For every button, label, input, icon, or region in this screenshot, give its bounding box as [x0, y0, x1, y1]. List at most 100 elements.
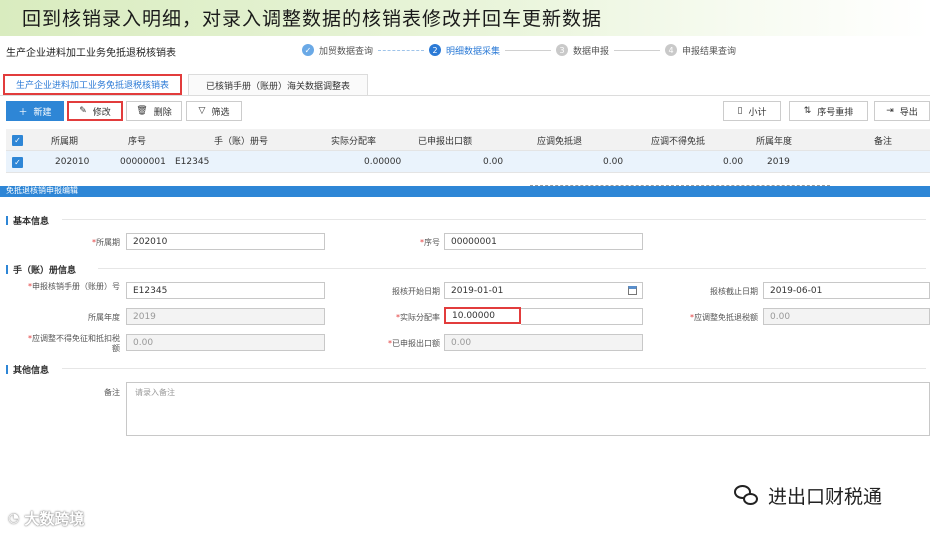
step-1[interactable]: ✓ 加贸数据查询 [302, 44, 373, 57]
bookmark-icon: ▯ [737, 106, 743, 116]
edit-button[interactable]: ✎ 修改 [67, 101, 123, 121]
table-cell: 00000001 [120, 157, 166, 167]
trash-icon: 🗑 [136, 106, 148, 116]
filter-button[interactable]: ▽ 筛选 [186, 101, 242, 121]
table-cell: 202010 [55, 157, 90, 167]
data-grid: ✓ 所属期 序号 手（账）册号 实际分配率 已申报出口额 应调免抵退 应调不得免… [6, 129, 930, 173]
column-header[interactable]: 应调免抵退 [537, 129, 582, 151]
column-header[interactable]: 应调不得免抵 [651, 129, 705, 151]
field-label: 报核截止日期 [710, 287, 758, 296]
column-header[interactable]: 备注 [874, 129, 892, 151]
manual-no-input[interactable]: E12345 [126, 282, 325, 299]
seq-input[interactable]: 00000001 [444, 233, 643, 250]
watermark-left: ◔ 大数跨境 [8, 508, 84, 529]
column-header[interactable]: 已申报出口额 [418, 129, 472, 151]
table-cell: E12345 [175, 157, 210, 167]
table-row[interactable]: ✓ 202010 00000001 E12345 0.00000 0.00 0.… [6, 151, 930, 173]
column-header[interactable]: 序号 [128, 129, 146, 151]
new-button[interactable]: ＋ 新建 [6, 101, 64, 121]
table-cell: 0.00 [723, 157, 744, 167]
end-date-input[interactable]: 2019-06-01 [763, 282, 930, 299]
export-icon: ⇥ [886, 106, 894, 116]
section-divider [62, 219, 926, 220]
field-label: 所属年度 [88, 313, 120, 322]
grid-header: ✓ 所属期 序号 手（账）册号 实际分配率 已申报出口额 应调免抵退 应调不得免… [6, 129, 930, 151]
section-title: 其他信息 [13, 366, 50, 376]
reorder-button-label: 序号重排 [817, 107, 854, 118]
edit-icon: ✎ [79, 106, 87, 116]
section-marker [6, 265, 8, 274]
select-all-checkbox[interactable]: ✓ [12, 129, 23, 151]
watermark-right-text: 进出口财税通 [768, 486, 883, 508]
sort-icon: ⇅ [803, 106, 812, 116]
section-basic: 基本信息 [6, 214, 926, 227]
rate-input[interactable]: 10.00000 [444, 307, 521, 324]
section-marker [6, 216, 8, 225]
calendar-icon[interactable] [628, 286, 637, 295]
banner-title: 回到核销录入明细，对录入调整数据的核销表修改并回车更新数据 [22, 8, 603, 30]
table-cell: 2019 [767, 157, 790, 167]
column-header[interactable]: 实际分配率 [331, 129, 376, 151]
delete-button[interactable]: 🗑 删除 [126, 101, 182, 121]
export-button-label: 导出 [899, 107, 918, 118]
section-manual: 手（账）册信息 [6, 263, 926, 276]
step-connector [614, 49, 661, 51]
toolbar: ＋ 新建 ✎ 修改 🗑 删除 ▽ 筛选 ▯ 小计 ⇅ 序号重排 ⇥ 导出 [0, 100, 930, 124]
table-cell: 0.00000 [364, 157, 402, 167]
section-marker [6, 365, 8, 374]
edit-button-label: 修改 [92, 107, 111, 118]
column-header[interactable]: 手（账）册号 [214, 129, 268, 151]
period-input[interactable]: 202010 [126, 233, 325, 250]
column-header[interactable]: 所属期 [51, 129, 78, 151]
year-input: 2019 [126, 308, 325, 325]
progress-steps: ✓ 加贸数据查询 2 明细数据采集 3 数据申报 4 申报结果查询 [302, 43, 736, 57]
check-icon: ✓ [12, 156, 23, 168]
step-label: 明细数据采集 [446, 46, 501, 57]
step-connector [505, 49, 552, 51]
field-label: *实际分配率 [396, 313, 440, 322]
step-connector [378, 49, 425, 51]
table-cell: 0.00 [603, 157, 624, 167]
check-icon: ✓ [302, 44, 314, 56]
plus-icon: ＋ [18, 107, 28, 118]
field-label: 备注 [104, 388, 120, 397]
start-date-input[interactable]: 2019-01-01 [444, 282, 643, 299]
field-label: *序号 [420, 238, 440, 247]
tab-customs-adjust[interactable]: 已核销手册（账册）海关数据调整表 [188, 74, 368, 95]
step-4[interactable]: 4 申报结果查询 [665, 44, 736, 57]
remark-textarea[interactable]: 请录入备注 [126, 382, 930, 436]
subtotal-button-label: 小计 [748, 107, 767, 118]
tab-bar: 生产企业进料加工业务免抵退税核销表 已核销手册（账册）海关数据调整表 [0, 73, 930, 96]
step-number: 3 [556, 44, 569, 56]
column-header[interactable]: 所属年度 [756, 129, 792, 151]
step-3[interactable]: 3 数据申报 [556, 44, 609, 57]
step-2[interactable]: 2 明细数据采集 [429, 44, 500, 57]
watermark-left-text: 大数跨境 [24, 510, 85, 528]
watermark-right: 进出口财税通 [734, 482, 882, 509]
export-button[interactable]: ⇥ 导出 [874, 101, 930, 121]
section-divider [98, 268, 926, 269]
row-checkbox[interactable]: ✓ [12, 151, 23, 173]
field-label: *应调整不得免征和抵扣税额 [28, 334, 120, 353]
delete-button-label: 删除 [153, 107, 172, 118]
check-icon: ✓ [12, 134, 23, 146]
section-title: 基本信息 [13, 217, 50, 227]
page-title: 生产企业进料加工业务免抵退税核销表 [6, 48, 176, 59]
adj-nondeduct-input: 0.00 [126, 334, 325, 351]
field-label: *应调整免抵退税额 [690, 313, 758, 322]
wechat-icon [734, 484, 760, 507]
subtotal-button[interactable]: ▯ 小计 [723, 101, 781, 121]
field-label: 报核开始日期 [392, 287, 440, 296]
section-title: 手（账）册信息 [13, 266, 77, 276]
step-label: 数据申报 [573, 46, 610, 57]
table-cell: 0.00 [483, 157, 504, 167]
rate-input-tail[interactable] [521, 308, 643, 325]
reorder-button[interactable]: ⇅ 序号重排 [789, 101, 868, 121]
field-label: *所属期 [92, 238, 120, 247]
new-button-label: 新建 [33, 107, 52, 118]
tab-writeoff-table[interactable]: 生产企业进料加工业务免抵退税核销表 [3, 74, 182, 95]
logo-icon: ◔ [8, 511, 20, 526]
field-label: *已申报出口额 [388, 339, 440, 348]
start-date-value: 2019-01-01 [451, 285, 504, 296]
adj-refund-input: 0.00 [763, 308, 930, 325]
